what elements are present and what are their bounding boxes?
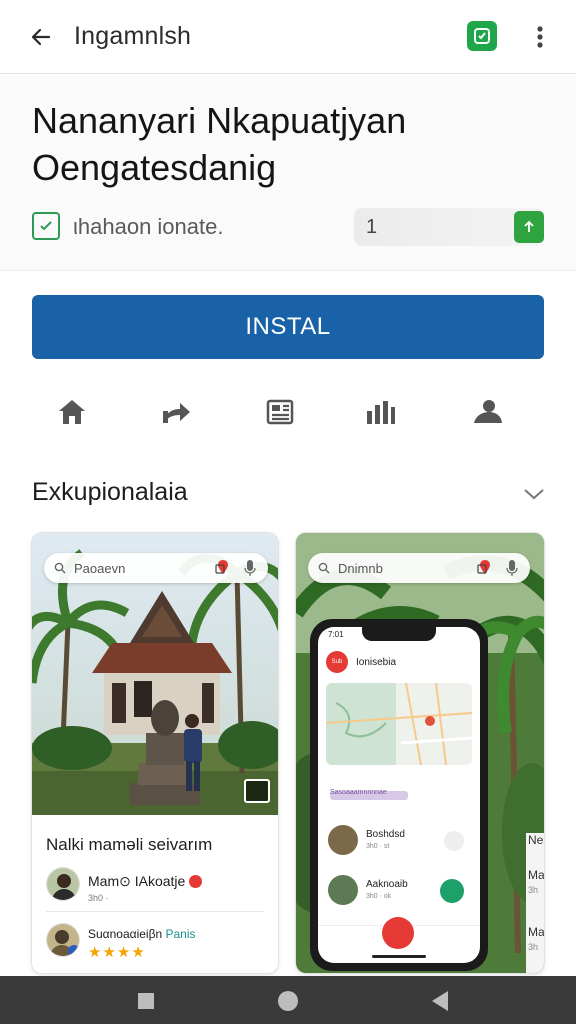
phone-row1-name: Boshdsd	[366, 829, 405, 840]
divider	[46, 911, 264, 912]
app-bar-title: Ingamnlsh	[74, 22, 192, 50]
circle-icon	[278, 991, 298, 1011]
more-vert-icon	[537, 26, 543, 48]
phone-row2-sub: 3h0 · ok	[366, 893, 392, 900]
search-icon	[54, 562, 66, 574]
app-detail-page: Ingamnlsh Nananyari Nkapuatjyan Oengates…	[0, 0, 576, 1024]
avatar	[46, 867, 80, 901]
triangle-back-icon	[432, 991, 448, 1011]
arrow-left-icon	[31, 28, 51, 45]
card1-review-row-2: Suαnoaαieiβn Panis	[88, 927, 196, 941]
home-icon	[59, 400, 85, 424]
chevron-down-icon	[524, 489, 544, 500]
phone-home-indicator	[372, 955, 426, 958]
star-rating: ★★★★	[88, 944, 146, 961]
phone-list-item: Aaknoaib 3h0 · ok	[326, 873, 472, 909]
screenshot-card-1[interactable]: Paoaevn Nalki maməli seivarım Mam⊙ IAkoa…	[32, 533, 278, 973]
card1-search-text: Paoaevn	[74, 560, 126, 576]
card1-title: Nalki maməli seivarım	[46, 835, 213, 854]
phone-app-icon: Sub	[326, 651, 348, 673]
person-icon	[474, 400, 502, 423]
phone-fab	[382, 917, 414, 949]
chat-icon	[440, 879, 464, 903]
phone-map	[326, 683, 472, 765]
mic-icon	[506, 560, 518, 576]
calendar-check-icon	[32, 212, 60, 240]
square-icon	[138, 993, 154, 1009]
system-nav-bar	[0, 976, 576, 1024]
card1-body: Nalki maməli seivarım Mam⊙ IAkoatje 3h0 …	[32, 815, 278, 973]
bar-chart-icon	[367, 401, 395, 424]
location-pin-icon	[189, 875, 203, 888]
home-button[interactable]	[276, 989, 300, 1013]
card1-row2-text: Suαnoaαieiβn	[88, 927, 163, 941]
avatar	[328, 875, 358, 905]
developer-name[interactable]: ιhahaon ionate.	[73, 214, 223, 240]
phone-screen: 7:01 Sub Ionisebia Sasoaaamnnnnae Boshds…	[318, 627, 480, 963]
top-app-bar: Ingamnlsh	[0, 0, 576, 74]
location-pin-icon	[477, 560, 490, 574]
card1-search-bar: Paoaevn	[44, 553, 268, 583]
app-name-line1: Nananyari Nkapuatjyan	[32, 100, 407, 141]
verified-badge-button[interactable]	[467, 21, 497, 51]
section-title: Exkupionalaia	[32, 478, 188, 506]
card2-right-label-3: Ma	[528, 925, 544, 939]
arrow-up-icon	[524, 220, 534, 232]
action-row	[0, 390, 576, 434]
phone-mockup: 7:01 Sub Ionisebia Sasoaaamnnnnae Boshds…	[310, 619, 488, 971]
share-action-button[interactable]	[154, 390, 198, 434]
card1-review-row-1: Mam⊙ IAkoatje 3h0 ·	[88, 873, 203, 903]
card1-row1-sub: 3h0 ·	[88, 893, 109, 903]
install-button[interactable]: INSTAL	[32, 295, 544, 359]
avatar	[46, 923, 80, 957]
profile-action-button[interactable]	[465, 390, 509, 434]
stats-action-button[interactable]	[358, 390, 402, 434]
news-icon	[266, 399, 294, 425]
location-pin-icon	[215, 560, 228, 574]
section-expand-button[interactable]	[520, 482, 548, 506]
phone-notch	[362, 627, 436, 641]
card1-row1-name: Mam⊙ IAkoatje	[88, 873, 186, 889]
quantity-value: 1	[366, 216, 378, 238]
card2-search-bar: Dnimnb	[308, 553, 530, 583]
image-tag-icon[interactable]	[244, 779, 270, 803]
screenshot-card-2[interactable]: Dnimnb Ne Ma 3h Ma 3h 7:01 Sub Ionisebia	[296, 533, 544, 973]
card2-right-label-2: Ma	[528, 868, 544, 882]
app-name-line2: Oengatesdanig	[32, 147, 277, 188]
phone-status-time: 7:01	[328, 630, 344, 639]
shield-check-icon	[474, 28, 490, 44]
share-icon	[163, 403, 190, 423]
phone-row1-sub: 3h0 · st	[366, 843, 390, 850]
phone-row2-name: Aaknoaib	[366, 879, 408, 890]
quantity-field[interactable]: 1	[354, 208, 544, 246]
back-nav-button[interactable]	[428, 989, 452, 1013]
card2-right-label-1: Ne	[528, 833, 544, 847]
card2-search-text: Dnimnb	[338, 560, 383, 576]
recents-button[interactable]	[134, 989, 158, 1013]
field-submit-button[interactable]	[514, 211, 544, 243]
search-icon	[318, 562, 330, 574]
app-header: Nananyari Nkapuatjyan Oengatesdanig ιhah…	[0, 75, 576, 271]
card2-right-sub-3: 3h	[528, 942, 539, 952]
app-name: Nananyari Nkapuatjyan Oengatesdanig	[32, 97, 552, 191]
phone-pill-label: Sasoaaamnnnnae	[330, 789, 387, 796]
home-action-button[interactable]	[50, 390, 94, 434]
phone-list-item: Boshdsd 3h0 · st	[326, 823, 472, 859]
card1-row2-teal: Panis	[165, 927, 196, 941]
mic-icon	[244, 560, 256, 576]
more-options-button[interactable]	[526, 22, 554, 52]
phone-app-title: Ionisebia	[356, 657, 397, 668]
back-button[interactable]	[26, 22, 56, 52]
news-action-button[interactable]	[258, 390, 302, 434]
phone-row1-chip	[444, 831, 464, 851]
card2-right-sub-2: 3h	[528, 885, 539, 895]
avatar	[328, 825, 358, 855]
